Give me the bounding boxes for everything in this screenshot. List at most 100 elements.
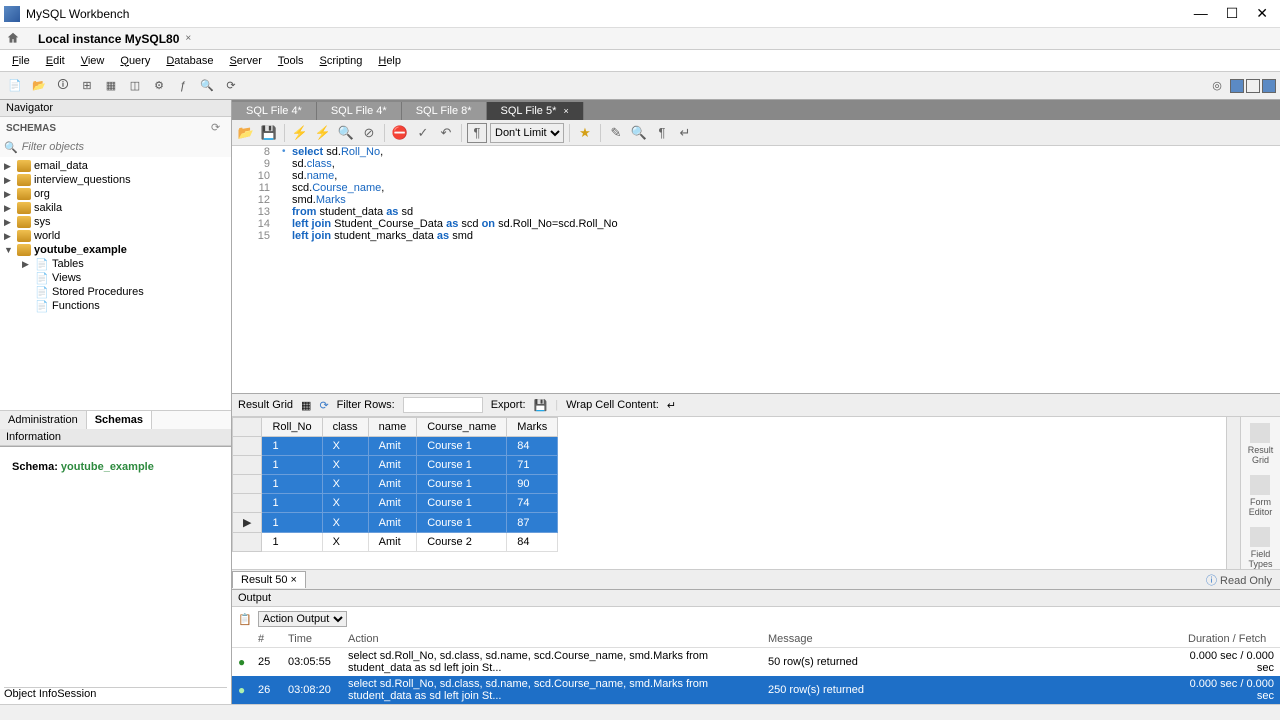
open-file-button[interactable]: 📂 (236, 123, 256, 143)
new-func-button[interactable]: ƒ (172, 75, 194, 97)
scrollbar[interactable] (1226, 417, 1240, 569)
toggle-whitespace-button[interactable]: ¶ (467, 123, 487, 143)
maximize-button[interactable]: ☐ (1226, 5, 1239, 22)
file-tab-2[interactable]: SQL File 8* (402, 102, 487, 120)
log-row[interactable]: ●2603:08:20select sd.Roll_No, sd.class, … (232, 676, 1280, 704)
schema-sys[interactable]: ▶sys (0, 215, 231, 229)
col-Course_name[interactable]: Course_name (417, 418, 507, 437)
output-log-table[interactable]: #TimeActionMessageDuration / Fetch●2503:… (232, 631, 1280, 704)
code-line-14[interactable]: 14 left join Student_Course_Data as scd … (232, 218, 1280, 230)
execute-current-button[interactable]: ⚡ (313, 123, 333, 143)
limit-rows-select[interactable]: Don't Limit (490, 123, 564, 143)
search-button[interactable]: 🔍 (196, 75, 218, 97)
info-tab-object-info[interactable]: Object Info (4, 688, 57, 700)
side-field-types[interactable]: FieldTypes (1248, 527, 1272, 569)
wrap-toggle-icon[interactable]: ↵ (667, 399, 676, 412)
execute-button[interactable]: ⚡ (290, 123, 310, 143)
close-tab-icon[interactable]: × (185, 33, 191, 44)
close-button[interactable]: ✕ (1256, 5, 1268, 22)
nav-tab-schemas[interactable]: Schemas (87, 411, 152, 429)
menu-edit[interactable]: Edit (40, 53, 71, 69)
code-line-10[interactable]: 10 sd.name, (232, 170, 1280, 182)
new-sql-tab-button[interactable]: 📄 (4, 75, 26, 97)
toggle-invisible-button[interactable]: ¶ (652, 123, 672, 143)
side-result-grid[interactable]: ResultGrid (1248, 423, 1274, 465)
home-icon[interactable] (6, 31, 22, 47)
result-row[interactable]: 1XAmitCourse 184 (233, 437, 558, 456)
col-Roll_No[interactable]: Roll_No (262, 418, 322, 437)
export-icon[interactable]: 💾 (534, 399, 548, 412)
code-line-13[interactable]: 13 from student_data as sd (232, 206, 1280, 218)
new-schema-button[interactable]: ⊞ (76, 75, 98, 97)
minimize-button[interactable]: — (1194, 5, 1208, 22)
refresh-results-icon[interactable]: ⟳ (319, 399, 328, 412)
result-grid[interactable]: Roll_NoclassnameCourse_nameMarks1XAmitCo… (232, 417, 1226, 569)
result-tab[interactable]: Result 50 × (232, 571, 306, 588)
schema-interview_questions[interactable]: ▶interview_questions (0, 173, 231, 187)
rollback-button[interactable]: ↶ (436, 123, 456, 143)
menu-query[interactable]: Query (114, 53, 156, 69)
stop-button[interactable]: ⊘ (359, 123, 379, 143)
col-name[interactable]: name (368, 418, 417, 437)
code-line-9[interactable]: 9 sd.class, (232, 158, 1280, 170)
schema-org[interactable]: ▶org (0, 187, 231, 201)
schema-child-tables[interactable]: ▶📄Tables (0, 257, 231, 271)
menu-scripting[interactable]: Scripting (314, 53, 369, 69)
schema-child-stored-procedures[interactable]: 📄Stored Procedures (0, 285, 231, 299)
schema-child-functions[interactable]: 📄Functions (0, 299, 231, 313)
side-form-editor[interactable]: FormEditor (1249, 475, 1273, 517)
code-line-11[interactable]: 11 scd.Course_name, (232, 182, 1280, 194)
result-row[interactable]: ▶1XAmitCourse 187 (233, 513, 558, 533)
result-row[interactable]: 1XAmitCourse 171 (233, 456, 558, 475)
menu-database[interactable]: Database (160, 53, 219, 69)
file-tab-1[interactable]: SQL File 4* (317, 102, 402, 120)
new-view-button[interactable]: ◫ (124, 75, 146, 97)
beautify-button[interactable]: ★ (575, 123, 595, 143)
col-Marks[interactable]: Marks (507, 418, 558, 437)
new-proc-button[interactable]: ⚙ (148, 75, 170, 97)
nav-tab-administration[interactable]: Administration (0, 411, 87, 429)
code-line-12[interactable]: 12 smd.Marks (232, 194, 1280, 206)
menu-file[interactable]: File (6, 53, 36, 69)
explain-button[interactable]: 🔍 (336, 123, 356, 143)
menu-server[interactable]: Server (223, 53, 267, 69)
inspector-button[interactable]: 🛈 (52, 75, 74, 97)
connection-tab[interactable]: Local instance MySQL80 (38, 32, 179, 46)
file-tab-0[interactable]: SQL File 4* (232, 102, 317, 120)
schema-world[interactable]: ▶world (0, 229, 231, 243)
schema-youtube_example[interactable]: ▼youtube_example (0, 243, 231, 257)
menu-view[interactable]: View (75, 53, 111, 69)
toggle-sidebar-button[interactable] (1230, 79, 1244, 93)
output-type-select[interactable]: Action Output (258, 611, 347, 627)
save-file-button[interactable]: 💾 (259, 123, 279, 143)
menu-help[interactable]: Help (372, 53, 407, 69)
find-button[interactable]: ✎ (606, 123, 626, 143)
filter-objects-input[interactable] (20, 139, 227, 155)
open-sql-button[interactable]: 📂 (28, 75, 50, 97)
commit-button[interactable]: ✓ (413, 123, 433, 143)
search-icon-button[interactable]: 🔍 (629, 123, 649, 143)
schema-tree[interactable]: ▶email_data▶interview_questions▶org▶saki… (0, 157, 231, 410)
help-icon[interactable]: ◎ (1206, 75, 1228, 97)
code-line-15[interactable]: 15 left join student_marks_data as smd (232, 230, 1280, 242)
result-row[interactable]: 1XAmitCourse 190 (233, 475, 558, 494)
result-row[interactable]: 1XAmitCourse 174 (233, 494, 558, 513)
reconnect-button[interactable]: ⟳ (220, 75, 242, 97)
log-row[interactable]: ●2503:05:55select sd.Roll_No, sd.class, … (232, 648, 1280, 677)
info-tab-session[interactable]: Session (57, 688, 96, 700)
schema-child-views[interactable]: 📄Views (0, 271, 231, 285)
refresh-icon[interactable]: ⟳ (211, 121, 225, 135)
schema-sakila[interactable]: ▶sakila (0, 201, 231, 215)
filter-rows-input[interactable] (403, 397, 483, 413)
file-tab-3[interactable]: SQL File 5* × (487, 102, 584, 120)
menu-tools[interactable]: Tools (272, 53, 310, 69)
toggle-secondary-button[interactable] (1246, 79, 1260, 93)
toggle-output-button[interactable] (1262, 79, 1276, 93)
result-row[interactable]: 1XAmitCourse 284 (233, 533, 558, 552)
wrap-button[interactable]: ↵ (675, 123, 695, 143)
col-class[interactable]: class (322, 418, 368, 437)
new-table-button[interactable]: ▦ (100, 75, 122, 97)
output-icon[interactable]: 📋 (238, 613, 252, 626)
sql-editor[interactable]: 8•select sd.Roll_No,9 sd.class,10 sd.nam… (232, 146, 1280, 393)
code-line-8[interactable]: 8•select sd.Roll_No, (232, 146, 1280, 158)
